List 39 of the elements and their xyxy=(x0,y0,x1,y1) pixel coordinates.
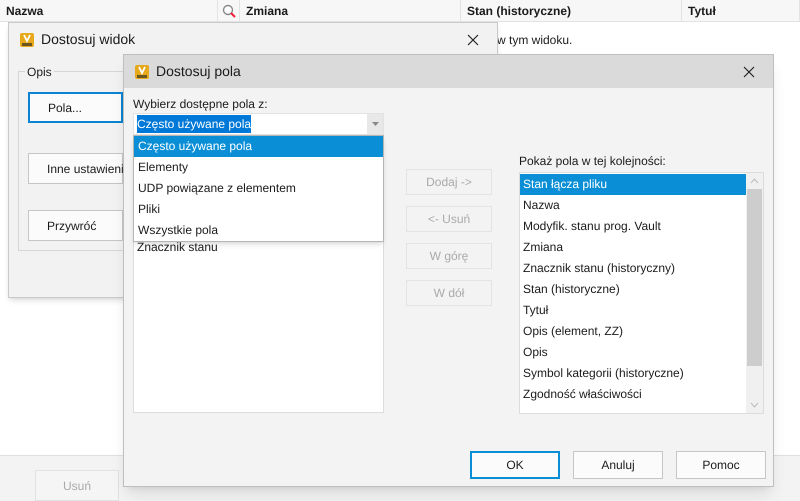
app-logo-icon xyxy=(134,64,150,80)
list-item[interactable]: Opis xyxy=(520,342,746,363)
dropdown-option[interactable]: UDP powiązane z elementem xyxy=(134,178,383,199)
window-title: Dostosuj widok xyxy=(41,30,136,49)
dialog-button[interactable]: Anuluj xyxy=(573,451,663,479)
dialog-button[interactable]: Pomoc xyxy=(676,451,766,479)
scrollbar[interactable] xyxy=(746,172,763,413)
list-item[interactable]: Znacznik stanu (historyczny) xyxy=(520,258,746,279)
column-header[interactable]: Tytuł xyxy=(688,2,716,20)
dropdown-option[interactable]: Wszystkie pola xyxy=(134,220,383,241)
list-item[interactable]: Nazwa xyxy=(520,194,746,216)
caret-icon xyxy=(372,122,378,126)
dropdown-option[interactable]: Pliki xyxy=(134,199,383,220)
column-header[interactable]: Nazwa xyxy=(6,2,44,20)
magnifier-icon xyxy=(222,4,236,18)
dialog-button[interactable]: Inne ustawieni xyxy=(28,153,123,184)
list-item[interactable]: Stan (historyczne) xyxy=(520,278,746,300)
close-icon xyxy=(743,66,755,78)
list-item[interactable]: Opis (element, ZZ) xyxy=(520,320,746,342)
list-item[interactable]: Zmiana xyxy=(520,236,746,258)
dropdown-option[interactable]: Często używane pola xyxy=(134,136,383,157)
column-header[interactable]: Stan (historyczne) xyxy=(467,2,572,20)
field-label: Wybierz dostępne pola z: xyxy=(133,96,269,113)
app-logo-icon xyxy=(19,32,35,48)
list-item[interactable]: Zgodność właściwości xyxy=(520,384,746,405)
list-item[interactable]: Tytuł xyxy=(520,300,746,321)
dialog-button[interactable]: Przywróć xyxy=(28,210,123,241)
field-label: Pokaż pola w tej kolejności: xyxy=(519,153,667,170)
dropdown-option[interactable]: Elementy xyxy=(134,157,383,178)
dropdown[interactable]: Często używane pola xyxy=(133,113,384,135)
close-icon xyxy=(467,34,479,46)
dialog-button[interactable]: OK xyxy=(470,451,560,479)
window-title: Dostosuj pola xyxy=(156,62,242,81)
dialog-button[interactable]: Pola... xyxy=(28,92,123,123)
list-item[interactable]: Stan łącza pliku xyxy=(520,174,746,195)
list-item[interactable]: Modyfik. stanu prog. Vault xyxy=(520,216,746,237)
list-item[interactable]: Symbol kategorii (historyczne) xyxy=(520,362,746,384)
selected-value: Często używane pola xyxy=(137,115,252,133)
column-header[interactable]: Zmiana xyxy=(246,2,288,20)
